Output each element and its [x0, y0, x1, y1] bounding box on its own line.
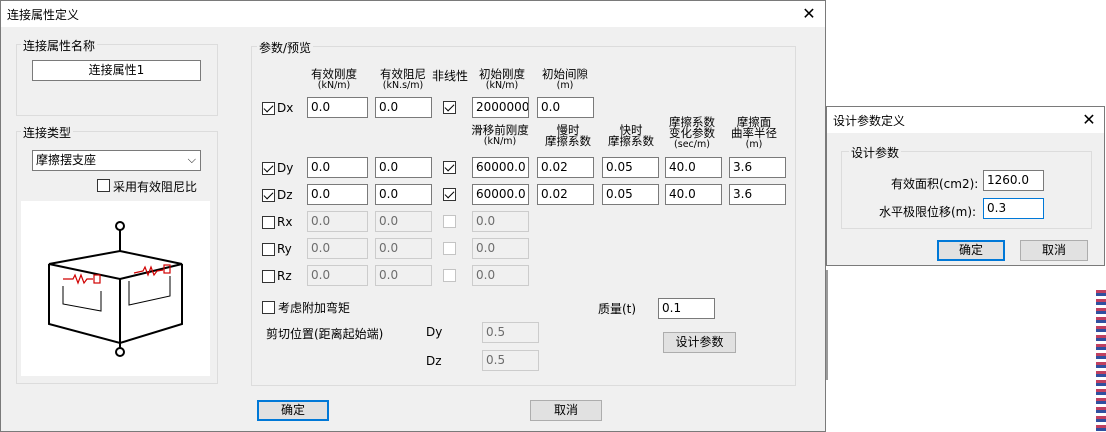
dx-init-gap-input[interactable]: 0.0	[537, 97, 594, 118]
design-ok-button[interactable]: 确定	[937, 240, 1005, 261]
radius-header: 摩擦面 曲率半径 (m)	[731, 115, 777, 150]
dy-eff-stiffness-input[interactable]: 0.0	[307, 157, 368, 178]
dz-fast-friction-input[interactable]: 0.05	[602, 184, 659, 205]
dz-label: Dz	[277, 188, 293, 202]
shear-dz-input[interactable]: 0.5	[482, 350, 539, 371]
use-damping-checkbox[interactable]	[97, 179, 110, 192]
use-damping-label: 采用有效阻尼比	[113, 180, 198, 194]
dx-checkbox[interactable]	[262, 102, 275, 115]
ry-eff-stiffness-input[interactable]: 0.0	[307, 238, 368, 259]
extra-moment-checkbox[interactable]	[262, 301, 275, 314]
rz-eff-stiffness-input[interactable]: 0.0	[307, 265, 368, 286]
horizontal-limit-disp-input[interactable]: 0.3	[983, 198, 1044, 219]
rz-param-input[interactable]: 0.0	[472, 265, 529, 286]
mass-label: 质量(t)	[598, 302, 637, 316]
chevron-down-icon: ⌵	[187, 153, 196, 166]
dx-eff-stiffness-input[interactable]: 0.0	[307, 97, 368, 118]
ok-button[interactable]: 确定	[257, 400, 329, 421]
background-window-fragment	[826, 270, 828, 380]
design-params-button[interactable]: 设计参数	[663, 332, 736, 353]
shear-dy-input[interactable]: 0.5	[482, 322, 539, 343]
dz-eff-damping-input[interactable]: 0.0	[375, 184, 432, 205]
connection-name-input[interactable]: 连接属性1	[32, 60, 201, 81]
dx-nonlinear-checkbox[interactable]	[443, 101, 456, 114]
dz-nonlinear-checkbox[interactable]	[443, 188, 456, 201]
dy-fast-friction-input[interactable]: 0.05	[602, 157, 659, 178]
rx-nonlinear-checkbox[interactable]	[443, 215, 456, 228]
dz-friction-rate-input[interactable]: 40.0	[665, 184, 722, 205]
shear-position-label: 剪切位置(距离起始端)	[266, 327, 384, 341]
dz-checkbox[interactable]	[262, 189, 275, 202]
dy-radius-input[interactable]: 3.6	[729, 157, 786, 178]
design-params-group-label: 设计参数	[849, 144, 902, 161]
dz-slip-stiffness-input[interactable]: 60000.0	[472, 184, 529, 205]
ry-param-input[interactable]: 0.0	[472, 238, 529, 259]
design-dialog-title: 设计参数定义	[833, 114, 906, 128]
shear-dz-label: Dz	[426, 354, 442, 368]
connection-type-select[interactable]: 摩擦摆支座 ⌵	[32, 150, 201, 171]
design-title-bar: 设计参数定义 ✕	[827, 107, 1104, 133]
name-group-label: 连接属性名称	[21, 37, 98, 54]
bearing-diagram	[21, 201, 210, 376]
dy-slow-friction-input[interactable]: 0.02	[537, 157, 594, 178]
cancel-button[interactable]: 取消	[530, 400, 602, 421]
design-cancel-button[interactable]: 取消	[1020, 240, 1088, 261]
rx-checkbox[interactable]	[262, 216, 275, 229]
dy-slip-stiffness-input[interactable]: 60000.0	[472, 157, 529, 178]
friction-rate-header: 摩擦系数 变化参数 (sec/m)	[669, 115, 715, 150]
close-icon[interactable]: ✕	[795, 2, 823, 26]
dz-eff-stiffness-input[interactable]: 0.0	[307, 184, 368, 205]
ry-nonlinear-checkbox[interactable]	[443, 242, 456, 255]
dy-label: Dy	[277, 161, 294, 175]
rz-eff-damping-input[interactable]: 0.0	[375, 265, 432, 286]
dy-eff-damping-input[interactable]: 0.0	[375, 157, 432, 178]
init-gap-header: 初始间隙 (m)	[542, 67, 588, 91]
background-window-fragment	[1096, 290, 1106, 432]
dy-friction-rate-input[interactable]: 40.0	[665, 157, 722, 178]
mass-input[interactable]: 0.1	[658, 298, 715, 319]
slow-friction-header: 慢时 摩擦系数	[545, 123, 591, 148]
rx-eff-damping-input[interactable]: 0.0	[375, 211, 432, 232]
dx-eff-damping-input[interactable]: 0.0	[375, 97, 432, 118]
nonlinear-header: 非线性	[432, 69, 469, 83]
rx-eff-stiffness-input[interactable]: 0.0	[307, 211, 368, 232]
ry-label: Ry	[277, 242, 292, 256]
dy-checkbox[interactable]	[262, 162, 275, 175]
dy-nonlinear-checkbox[interactable]	[443, 161, 456, 174]
shear-dy-label: Dy	[426, 325, 443, 339]
params-group-label: 参数/预览	[257, 39, 314, 56]
eff-damping-header: 有效阻尼 (kN.s/m)	[380, 67, 426, 91]
dx-init-stiffness-input[interactable]: 2000000.0	[472, 97, 529, 118]
dialog-title: 连接属性定义	[7, 8, 80, 22]
dz-slow-friction-input[interactable]: 0.02	[537, 184, 594, 205]
rz-nonlinear-checkbox[interactable]	[443, 269, 456, 282]
dz-radius-input[interactable]: 3.6	[729, 184, 786, 205]
init-stiffness-header: 初始刚度 (kN/m)	[479, 67, 525, 91]
ry-checkbox[interactable]	[262, 243, 275, 256]
extra-moment-label: 考虑附加弯矩	[278, 301, 351, 315]
effective-area-input[interactable]: 1260.0	[983, 170, 1044, 191]
effective-area-label: 有效面积(cm2):	[891, 177, 979, 191]
fast-friction-header: 快时 摩擦系数	[608, 123, 654, 148]
dx-label: Dx	[277, 101, 294, 115]
rz-checkbox[interactable]	[262, 270, 275, 283]
rz-label: Rz	[277, 269, 292, 283]
title-bar: 连接属性定义 ✕	[1, 1, 825, 27]
slip-stiffness-header: 滑移前刚度 (kN/m)	[471, 123, 529, 147]
horizontal-limit-disp-label: 水平极限位移(m):	[879, 205, 977, 219]
design-params-dialog: 设计参数定义 ✕ 设计参数 有效面积(cm2): 1260.0 水平极限位移(m…	[826, 106, 1105, 266]
rx-label: Rx	[277, 215, 293, 229]
rx-param-input[interactable]: 0.0	[472, 211, 529, 232]
type-group-label: 连接类型	[21, 124, 74, 141]
close-icon[interactable]: ✕	[1075, 108, 1103, 132]
connection-property-dialog: 连接属性定义 ✕ 连接属性名称 连接属性1 连接类型 摩擦摆支座 ⌵ 采用有效阻…	[0, 0, 826, 432]
ry-eff-damping-input[interactable]: 0.0	[375, 238, 432, 259]
connection-type-value: 摩擦摆支座	[36, 153, 97, 167]
eff-stiffness-header: 有效刚度 (kN/m)	[311, 67, 357, 91]
